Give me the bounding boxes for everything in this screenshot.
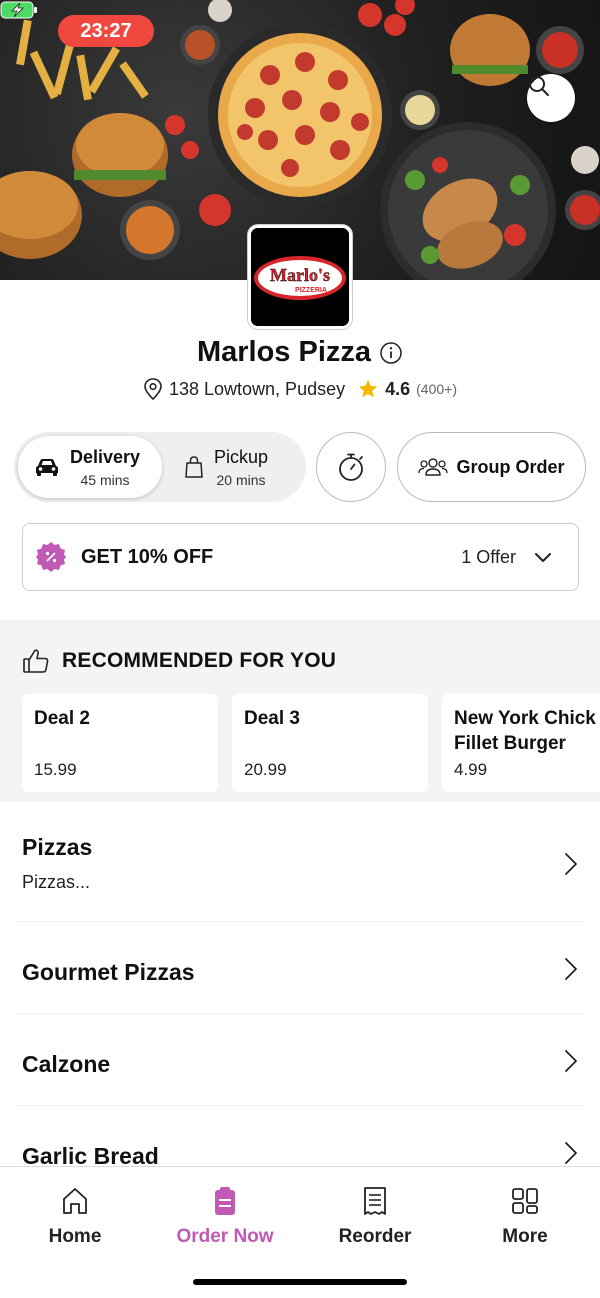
offer-banner[interactable]: GET 10% OFF 1 Offer [22,523,579,591]
store-address: 138 Lowtown, Pudsey [168,378,346,399]
recommended-item-price: 4.99 [454,760,488,779]
category-name: Gourmet Pizzas [22,959,195,985]
recommended-item[interactable]: New York Chick Fillet Burger 4.99 [442,694,600,792]
bottom-navigation: Home Order Now Reorder More [0,1166,600,1298]
nav-more-label: More [502,1226,548,1247]
category-row-gourmet-pizzas[interactable]: Gourmet Pizzas [16,922,584,1014]
recommended-header: RECOMMENDED FOR YOU [22,648,336,674]
delivery-label: Delivery [70,446,141,467]
battery-charging-icon [0,1,37,19]
location-pin-icon [144,378,162,400]
schedule-button[interactable] [316,432,386,502]
recommended-item[interactable]: Deal 2 15.99 [22,694,218,792]
group-people-icon [418,458,449,476]
category-name: Pizzas [22,834,93,860]
recommended-item-price: 15.99 [34,760,77,779]
offer-title: GET 10% OFF [81,545,214,568]
pickup-label: Pickup [214,446,269,467]
logo-subtext: PIZZERIA [295,287,327,294]
store-rating: 4.6 [385,378,411,399]
thumbs-up-icon [23,649,49,673]
order-mode-toggle: Delivery 45 mins Pickup 20 mins [14,432,306,502]
logo-text: Marlo's [270,265,330,285]
chevron-right-icon [565,1142,577,1164]
shopping-bag-icon [185,456,203,478]
nav-order-now[interactable]: Order Now [150,1185,300,1248]
store-header: Marlos Pizza [0,336,600,369]
store-logo: Marlo's PIZZERIA [248,225,352,329]
category-row-pizzas[interactable]: Pizzas Pizzas... [16,812,584,922]
delivery-time: 45 mins [80,471,130,488]
delivery-option[interactable]: Delivery 45 mins [18,436,162,498]
grid-icon [512,1188,538,1214]
store-meta: 138 Lowtown, Pudsey 4.6 (400+) [0,378,600,400]
chevron-right-icon [565,1050,577,1072]
order-clipboard-icon [215,1187,235,1215]
info-icon[interactable] [379,341,403,365]
receipt-icon [364,1187,386,1215]
recommended-item-name: New York Chick [454,708,596,729]
chevron-down-icon [535,553,551,562]
recommended-section: RECOMMENDED FOR YOU Deal 2 15.99 Deal 3 … [0,620,600,802]
nav-home-label: Home [48,1226,102,1247]
search-button[interactable] [527,74,575,122]
group-order-button[interactable]: Group Order [397,432,586,502]
recommended-item-price: 20.99 [244,760,287,779]
category-row-calzone[interactable]: Calzone [16,1014,584,1106]
discount-badge-icon [36,542,66,572]
recommended-item-name: Deal 3 [244,708,300,729]
stopwatch-icon [339,453,363,481]
nav-more[interactable]: More [450,1185,600,1248]
nav-home[interactable]: Home [0,1185,150,1248]
nav-order-now-label: Order Now [176,1226,274,1247]
category-description: Pizzas... [22,872,91,892]
store-rating-count: (400+) [416,381,457,397]
recommended-item-name-line2: Fillet Burger [454,733,566,754]
group-order-label: Group Order [456,456,565,477]
recommended-title: RECOMMENDED FOR YOU [62,649,337,672]
marlos-logo-image: Marlo's PIZZERIA [251,228,349,326]
car-icon [36,459,58,476]
pickup-time: 20 mins [216,471,266,488]
category-name: Calzone [22,1051,111,1077]
chevron-right-icon [565,853,577,875]
store-name: Marlos Pizza [196,336,372,368]
home-indicator[interactable] [193,1279,407,1285]
pickup-option[interactable]: Pickup 20 mins [184,436,302,498]
offer-count: 1 Offer [461,546,516,567]
recommended-item[interactable]: Deal 3 20.99 [232,694,428,792]
chevron-right-icon [565,958,577,980]
status-time: 23:27 [58,15,154,47]
star-icon [358,379,378,398]
search-icon [529,76,549,96]
home-icon [63,1188,87,1214]
recommended-item-name: Deal 2 [34,708,90,729]
nav-reorder[interactable]: Reorder [300,1185,450,1248]
nav-reorder-label: Reorder [338,1226,412,1247]
